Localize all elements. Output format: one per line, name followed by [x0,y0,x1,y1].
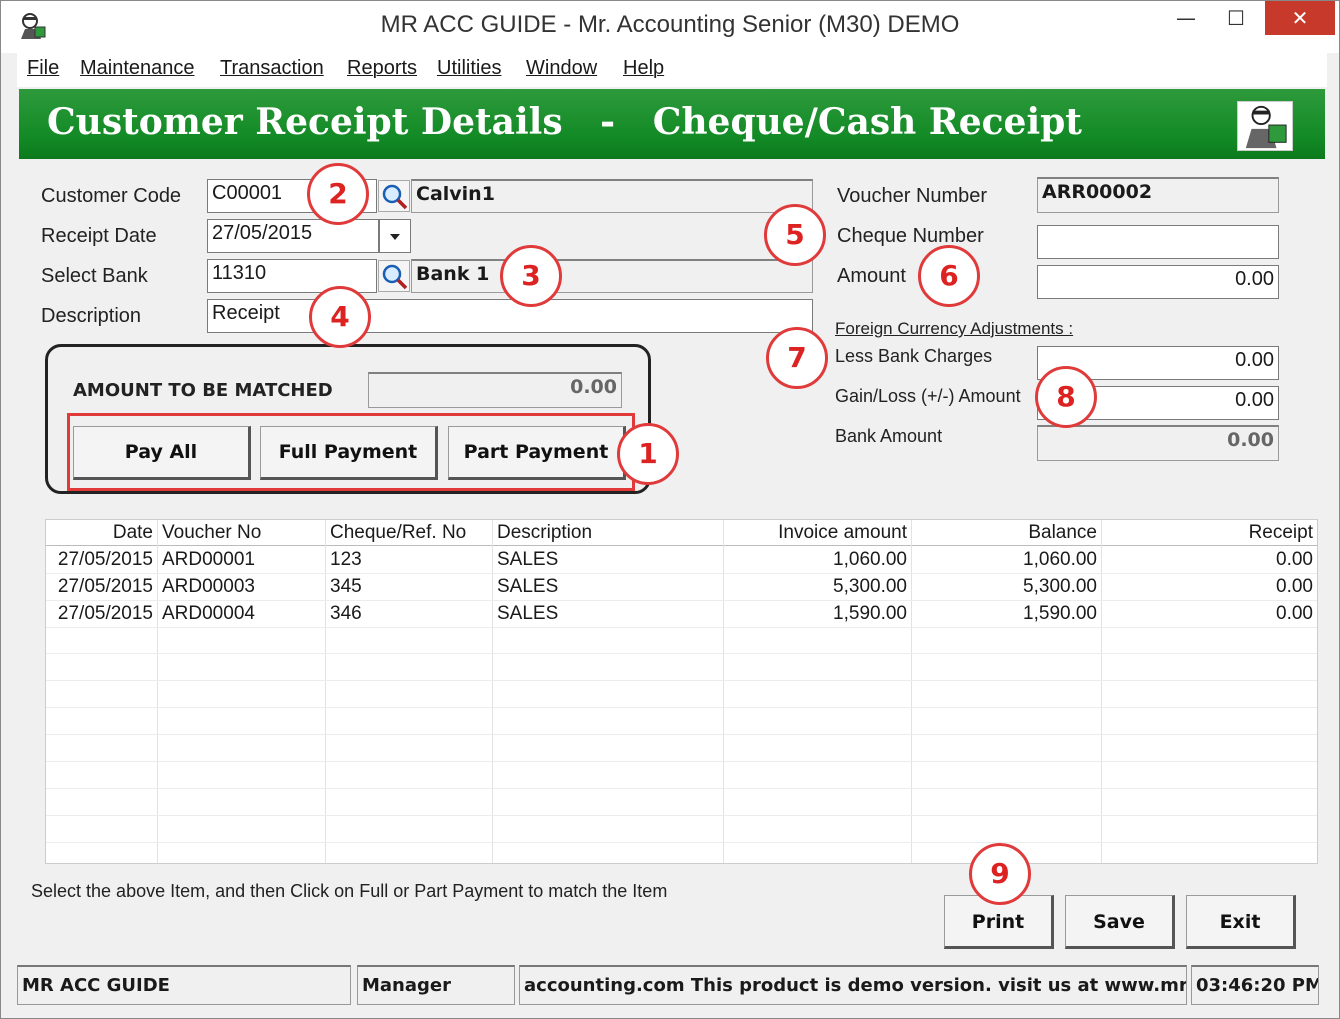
col-header-invoice[interactable]: Invoice amount [778,522,907,544]
col-header-voucher[interactable]: Voucher No [162,522,261,544]
annotation-badge-2: 2 [307,163,369,225]
annotation-badge-8: 8 [1035,366,1097,428]
cell-invoice: 1,060.00 [833,549,907,570]
part-payment-button[interactable]: Part Payment [448,426,626,480]
voucher-number-field: ARR00002 [1037,177,1279,213]
status-app: MR ACC GUIDE [17,965,351,1005]
status-time: 03:46:20 PM [1191,965,1319,1005]
cell-description: SALES [497,576,559,597]
cell-cheque: 346 [330,603,362,624]
annotation-badge-7: 7 [766,327,828,389]
form-title: Customer Receipt Details - Cheque/Cash R… [47,101,1082,143]
col-header-description[interactable]: Description [497,522,592,544]
receipt-date-input[interactable]: 27/05/2015 [207,219,379,253]
annotation-badge-9: 9 [969,843,1031,905]
maximize-button[interactable]: ☐ [1211,1,1261,35]
fx-adjustments-heading: Foreign Currency Adjustments : [835,319,1074,338]
search-icon [382,264,408,290]
menu-bar: File Maintenance Transaction Reports Uti… [17,53,1327,87]
cell-date: 27/05/2015 [57,576,153,597]
customer-name-field: Calvin1 [411,179,813,213]
menu-maintenance[interactable]: Maintenance [80,57,195,80]
amount-label: Amount [837,265,906,287]
amount-to-match-field: 0.00 [368,372,622,408]
close-button[interactable]: ✕ [1265,1,1335,35]
cell-balance: 1,060.00 [1023,549,1097,570]
date-dropdown-button[interactable] [379,219,411,253]
cell-invoice: 5,300.00 [833,576,907,597]
amount-input[interactable]: 0.00 [1037,265,1279,299]
cell-balance: 5,300.00 [1023,576,1097,597]
title-bar: MR ACC GUIDE - Mr. Accounting Senior (M3… [1,1,1339,53]
description-input[interactable]: Receipt [207,299,813,333]
cell-receipt: 0.00 [1276,603,1313,624]
annotation-badge-3: 3 [500,245,562,307]
search-icon [382,184,408,210]
col-header-receipt[interactable]: Receipt [1249,522,1313,544]
select-bank-label: Select Bank [41,265,148,287]
cheque-number-label: Cheque Number [837,225,984,247]
cell-voucher: ARD00001 [162,549,255,570]
cell-invoice: 1,590.00 [833,603,907,624]
save-button[interactable]: Save [1065,895,1175,949]
form-banner: Customer Receipt Details - Cheque/Cash R… [19,89,1325,159]
voucher-number-label: Voucher Number [837,185,988,207]
cell-voucher: ARD00004 [162,603,255,624]
exit-button[interactable]: Exit [1186,895,1296,949]
instruction-text: Select the above Item, and then Click on… [31,881,668,901]
cell-receipt: 0.00 [1276,576,1313,597]
bank-charges-label: Less Bank Charges [835,346,993,366]
col-header-date[interactable]: Date [113,522,153,544]
bank-amount-field: 0.00 [1037,425,1279,461]
amount-to-match-label: AMOUNT TO BE MATCHED [73,380,333,401]
annotation-badge-1: 1 [617,423,679,485]
col-header-cheque[interactable]: Cheque/Ref. No [330,522,466,544]
cell-description: SALES [497,549,559,570]
customer-code-label: Customer Code [41,185,182,207]
cell-date: 27/05/2015 [57,549,153,570]
receipt-date-label: Receipt Date [41,225,157,247]
pay-all-button[interactable]: Pay All [73,426,251,480]
status-user: Manager [357,965,515,1005]
col-header-balance[interactable]: Balance [1028,522,1097,544]
invoice-table: Date Voucher No Cheque/Ref. No Descripti… [45,519,1318,864]
cell-date: 27/05/2015 [57,603,153,624]
status-message: accounting.com This product is demo vers… [519,965,1187,1005]
cheque-number-input[interactable] [1037,225,1279,259]
description-label: Description [41,305,142,327]
bank-amount-label: Bank Amount [835,426,943,446]
app-window: MR ACC GUIDE - Mr. Accounting Senior (M3… [0,0,1340,1019]
cell-description: SALES [497,603,559,624]
gain-loss-label: Gain/Loss (+/-) Amount [835,386,1021,406]
menu-transaction[interactable]: Transaction [220,57,324,80]
status-bar: MR ACC GUIDE Manager accounting.com This… [17,965,1325,1007]
cell-balance: 1,590.00 [1023,603,1097,624]
bank-name-field: Bank 1 [411,259,813,293]
menu-utilities[interactable]: Utilities [437,57,501,80]
full-payment-button[interactable]: Full Payment [260,426,438,480]
cell-cheque: 123 [330,549,362,570]
menu-file[interactable]: File [27,57,59,80]
window-title: MR ACC GUIDE - Mr. Accounting Senior (M3… [380,11,960,38]
customer-lookup-button[interactable] [378,180,410,212]
minimize-button[interactable]: — [1161,1,1211,35]
user-logo-icon [1237,101,1293,151]
menu-help[interactable]: Help [623,57,664,80]
bank-lookup-button[interactable] [378,260,410,292]
annotation-badge-6: 6 [918,245,980,307]
annotation-badge-4: 4 [309,286,371,348]
cell-voucher: ARD00003 [162,576,255,597]
chevron-down-icon [390,234,400,240]
cell-cheque: 345 [330,576,362,597]
menu-window[interactable]: Window [526,57,597,80]
menu-reports[interactable]: Reports [347,57,417,80]
annotation-badge-5: 5 [764,204,826,266]
cell-receipt: 0.00 [1276,549,1313,570]
